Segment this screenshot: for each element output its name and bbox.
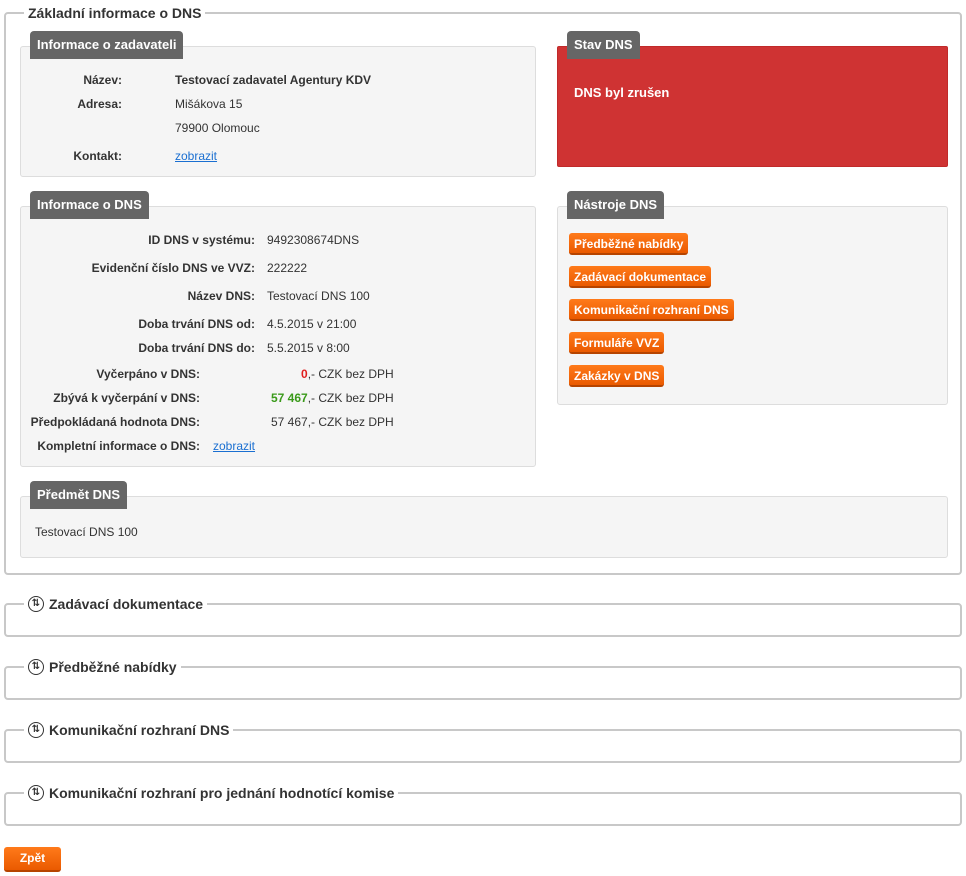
authority-address-line1: Mišákova 15 [175,97,243,111]
section-preliminary-offers-legend[interactable]: ⇅ Předběžné nabídky [24,658,181,676]
dns-subject-panel: Předmět DNS Testovací DNS 100 [20,481,948,558]
dns-status-tag: Stav DNS [567,31,640,59]
section-preliminary-offers[interactable]: ⇅ Předběžné nabídky [4,658,962,700]
tool-contracts-button[interactable]: Zakázky v DNS [569,365,665,387]
dns-used-suffix: ,- CZK bez DPH [307,367,394,381]
section-tender-docs-title[interactable]: Zadávací dokumentace [49,595,203,613]
dns-remaining-suffix: ,- CZK bez DPH [307,391,394,405]
section-tender-docs[interactable]: ⇅ Zadávací dokumentace [4,595,962,637]
section-communication-legend[interactable]: ⇅ Komunikační rozhraní DNS [24,721,234,739]
dns-from-label: Doba trvání DNS od: [138,317,255,331]
dns-remaining-label: Zbývá k vyčerpání v DNS: [53,391,200,405]
dns-vvz-value: 222222 [267,261,308,275]
dns-remaining-value: 57 467,- CZK bez DPH [271,391,394,405]
section-communication[interactable]: ⇅ Komunikační rozhraní DNS [4,721,962,763]
authority-contact-link[interactable]: zobrazit [175,149,217,163]
dns-used-amount: 0 [301,367,308,381]
tool-communication-button[interactable]: Komunikační rozhraní DNS [569,299,734,321]
basic-info-fieldset: Základní informace o DNS Informace o zad… [4,4,962,575]
dns-info-panel: Informace o DNS ID DNS v systému: 949230… [20,191,536,467]
dns-status-text: DNS byl zrušen [574,85,670,100]
dns-complete-label: Kompletní informace o DNS: [37,439,200,453]
basic-info-legend: Základní informace o DNS [24,4,206,22]
authority-name-value: Testovací zadavatel Agentury KDV [175,73,372,87]
section-preliminary-offers-title[interactable]: Předběžné nabídky [49,658,177,676]
authority-address-label: Adresa: [77,97,122,111]
dns-id-label: ID DNS v systému: [148,233,255,247]
dns-status-box: Stav DNS DNS byl zrušen [557,31,948,167]
tool-vvz-forms-button[interactable]: Formuláře VVZ [569,332,665,354]
authority-contact-label: Kontakt: [73,149,122,163]
section-committee-communication[interactable]: ⇅ Komunikační rozhraní pro jednání hodno… [4,784,962,826]
contracting-authority-panel: Informace o zadavateli Název: Testovací … [20,31,536,177]
tool-tender-docs-button[interactable]: Zadávací dokumentace [569,266,712,288]
section-communication-title[interactable]: Komunikační rozhraní DNS [49,721,229,739]
expand-toggle-icon[interactable]: ⇅ [28,659,44,675]
dns-subject-tag: Předmět DNS [30,481,128,509]
dns-used-value: 0,- CZK bez DPH [301,367,394,381]
tool-preliminary-offers-button[interactable]: Předběžné nabídky [569,233,689,255]
dns-from-value: 4.5.2015 v 21:00 [267,317,357,331]
expand-toggle-icon[interactable]: ⇅ [28,785,44,801]
authority-address-line2: 79900 Olomouc [175,121,260,135]
dns-to-label: Doba trvání DNS do: [138,341,255,355]
section-tender-docs-legend[interactable]: ⇅ Zadávací dokumentace [24,595,208,613]
dns-vvz-label: Evidenční číslo DNS ve VVZ: [91,261,255,275]
dns-tools-panel: Nástroje DNS Předběžné nabídky Zadávací … [557,191,948,405]
basic-info-title: Základní informace o DNS [28,5,202,21]
dns-id-value: 9492308674DNS [267,233,360,247]
dns-tools-tag: Nástroje DNS [567,191,665,219]
section-committee-communication-legend[interactable]: ⇅ Komunikační rozhraní pro jednání hodno… [24,784,399,802]
expand-toggle-icon[interactable]: ⇅ [28,596,44,612]
expand-toggle-icon[interactable]: ⇅ [28,722,44,738]
back-button[interactable]: Zpět [4,847,61,872]
dns-remaining-amount: 57 467 [271,391,308,405]
dns-name-value: Testovací DNS 100 [267,289,370,303]
dns-used-label: Vyčerpáno v DNS: [96,367,200,381]
dns-expected-label: Předpokládaná hodnota DNS: [30,415,200,429]
dns-subject-text: Testovací DNS 100 [35,525,138,539]
dns-complete-link[interactable]: zobrazit [213,439,255,453]
section-committee-communication-title[interactable]: Komunikační rozhraní pro jednání hodnotí… [49,784,394,802]
contracting-authority-tag: Informace o zadavateli [30,31,184,59]
dns-to-value: 5.5.2015 v 8:00 [267,341,350,355]
authority-name-label: Název: [83,73,122,87]
dns-expected-value: 57 467,- CZK bez DPH [271,415,394,429]
dns-name-label: Název DNS: [187,289,255,303]
dns-info-tag: Informace o DNS [30,191,149,219]
